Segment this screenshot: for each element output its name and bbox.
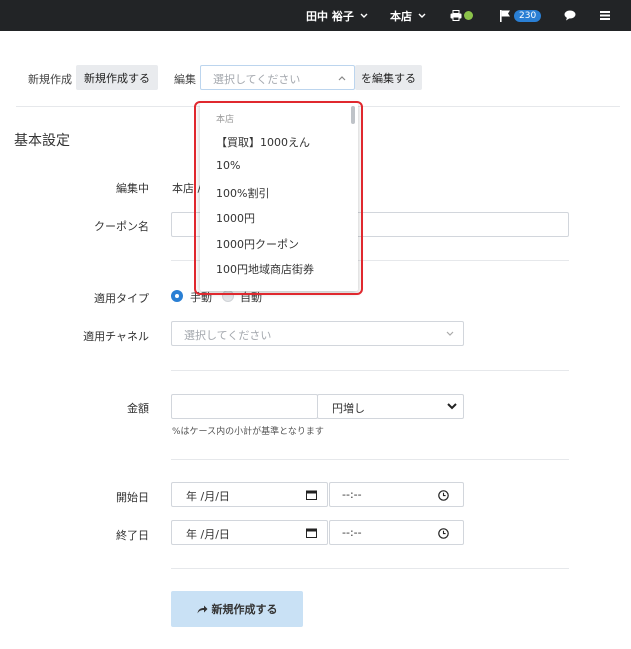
clock-icon <box>438 528 449 539</box>
edit-button[interactable]: を編集する <box>355 65 422 90</box>
edit-select-placeholder: 選択してください <box>213 73 301 86</box>
amount-label: 金額 <box>127 402 149 415</box>
end-date-placeholder: 年 /月/日 <box>186 528 230 541</box>
start-date-placeholder: 年 /月/日 <box>186 490 230 503</box>
radio-manual[interactable] <box>171 290 183 302</box>
calendar-icon <box>306 528 317 538</box>
submit-button[interactable]: 新規作成する <box>171 591 303 627</box>
amount-unit-select[interactable]: 円増し <box>317 394 464 419</box>
end-label: 終了日 <box>116 529 149 542</box>
calendar-icon <box>306 490 317 500</box>
edit-select[interactable]: 選択してください <box>200 65 355 90</box>
channel-select-placeholder: 選択してください <box>184 329 272 342</box>
store-name: 本店 <box>390 9 412 23</box>
user-menu[interactable]: 田中 裕子 <box>306 0 368 31</box>
chat-button[interactable] <box>564 0 576 31</box>
new-label: 新規作成 <box>28 73 72 86</box>
amount-input[interactable] <box>171 394 318 419</box>
start-label: 開始日 <box>116 491 149 504</box>
share-arrow-icon <box>197 605 207 613</box>
user-name: 田中 裕子 <box>306 9 354 23</box>
chevron-down-icon <box>446 331 454 336</box>
submit-label: 新規作成する <box>211 603 278 616</box>
apply-type-label: 適用タイプ <box>94 292 149 305</box>
start-time-placeholder: --:-- <box>342 488 362 501</box>
new-create-button[interactable]: 新規作成する <box>76 65 158 90</box>
chevron-up-icon <box>338 76 346 81</box>
amount-note: %はケース内の小計が基準となります <box>172 427 324 437</box>
amount-unit-value: 円増し <box>332 402 365 415</box>
chevron-down-icon <box>360 13 368 18</box>
section-title: 基本設定 <box>14 133 70 149</box>
printer-status[interactable] <box>450 0 473 31</box>
status-dot <box>464 11 473 20</box>
store-menu[interactable]: 本店 <box>390 0 426 31</box>
chevron-down-icon <box>418 13 426 18</box>
edit-label: 編集 <box>174 73 196 86</box>
notification-badge: 230 <box>514 9 542 22</box>
menu-button[interactable] <box>600 0 610 31</box>
top-navbar: 田中 裕子 本店 230 <box>0 0 631 31</box>
start-date-input[interactable]: 年 /月/日 <box>171 482 328 507</box>
start-time-input[interactable]: --:-- <box>329 482 464 507</box>
divider <box>171 370 569 371</box>
channel-label: 適用チャネル <box>83 330 149 343</box>
coupon-name-label: クーポン名 <box>94 220 149 233</box>
end-time-input[interactable]: --:-- <box>329 520 464 545</box>
hamburger-icon <box>600 11 610 20</box>
printer-icon <box>450 10 462 21</box>
editing-label: 編集中 <box>116 182 149 195</box>
chevron-down-icon <box>447 403 457 410</box>
channel-select[interactable]: 選択してください <box>171 321 464 346</box>
divider <box>171 459 569 460</box>
flag-icon <box>500 9 510 22</box>
end-date-input[interactable]: 年 /月/日 <box>171 520 328 545</box>
notifications[interactable]: 230 <box>500 0 542 31</box>
clock-icon <box>438 490 449 501</box>
highlight-outline <box>194 101 363 295</box>
divider <box>171 568 569 569</box>
end-time-placeholder: --:-- <box>342 526 362 539</box>
chat-icon <box>564 10 576 21</box>
